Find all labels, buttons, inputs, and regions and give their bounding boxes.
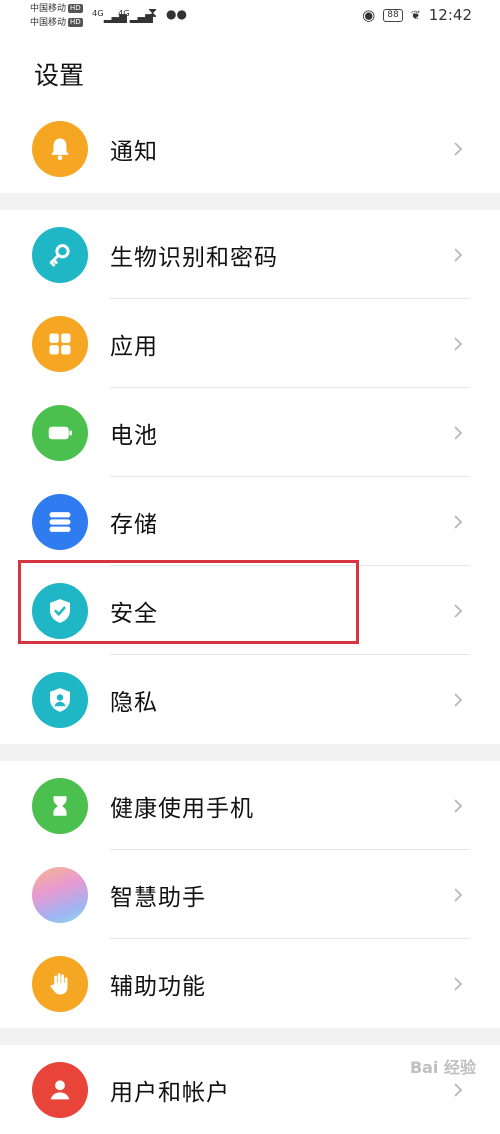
- setting-label-biometrics: 生物识别和密码: [110, 244, 278, 271]
- eye-comfort-icon: ◉: [362, 6, 376, 24]
- hd-badge-2: HD: [68, 18, 83, 27]
- group-separator: [0, 1028, 500, 1045]
- setting-item-storage[interactable]: 存储: [0, 477, 500, 566]
- user-icon: [32, 1061, 88, 1118]
- wechat-icon: ●●: [166, 7, 187, 21]
- network-type-1: 4G: [92, 8, 104, 18]
- setting-label-users-accounts: 用户和帐户: [110, 1079, 230, 1106]
- setting-label-privacy: 隐私: [110, 689, 158, 716]
- leaf-icon: ❦: [410, 8, 421, 22]
- chevron-right-icon: [454, 141, 463, 156]
- chevron-right-icon: [454, 692, 463, 707]
- setting-item-smart-assistant[interactable]: 智慧助手: [0, 850, 500, 939]
- carrier-info: 中国移动 HD 中国移动 HD: [30, 2, 83, 30]
- setting-item-biometrics[interactable]: 生物识别和密码: [0, 210, 500, 299]
- status-bar: 中国移动 HD 中国移动 HD 4G▂▄▆ 4G▂▄▆ ⧗ ●● ◉ 88 ❦ 12…: [0, 0, 500, 34]
- storage-icon: [32, 493, 88, 550]
- hourglass-status-icon: ⧗: [148, 6, 158, 21]
- privacy-shield-icon: [32, 671, 88, 728]
- assistant-orb-icon: [32, 866, 88, 923]
- network-type-2: 4G: [118, 8, 130, 18]
- setting-item-security[interactable]: 安全: [0, 566, 500, 655]
- settings-group-assist: 健康使用手机 智慧助手 辅助功能: [0, 761, 500, 1028]
- chevron-right-icon: [454, 1082, 463, 1097]
- apps-grid-icon: [32, 315, 88, 372]
- setting-label-security: 安全: [110, 600, 158, 627]
- bell-icon: [32, 120, 88, 177]
- chevron-right-icon: [454, 336, 463, 351]
- group-separator: [0, 744, 500, 761]
- hand-icon: [32, 955, 88, 1012]
- setting-label-storage: 存储: [110, 511, 158, 538]
- group-separator: [0, 193, 500, 210]
- settings-group-device: 生物识别和密码 应用 电池 存储 安全 隐私: [0, 210, 500, 744]
- setting-label-digital-balance: 健康使用手机: [110, 795, 254, 822]
- carrier-1: 中国移动: [30, 4, 67, 14]
- setting-item-battery[interactable]: 电池: [0, 388, 500, 477]
- setting-item-accessibility[interactable]: 辅助功能: [0, 939, 500, 1028]
- baidu-jingyan-watermark: Bai 经验: [409, 1058, 476, 1077]
- battery-icon: [32, 404, 88, 461]
- battery-icon: 88: [383, 8, 403, 22]
- setting-label-battery: 电池: [110, 422, 158, 449]
- page-title: 设置: [34, 61, 85, 90]
- setting-label-smart-assistant: 智慧助手: [110, 884, 206, 911]
- hd-badge-1: HD: [68, 4, 83, 13]
- setting-label-accessibility: 辅助功能: [110, 973, 206, 1000]
- setting-item-apps[interactable]: 应用: [0, 299, 500, 388]
- chevron-right-icon: [454, 887, 463, 902]
- chevron-right-icon: [454, 603, 463, 618]
- chevron-right-icon: [454, 976, 463, 991]
- chevron-right-icon: [454, 514, 463, 529]
- setting-label-apps: 应用: [110, 333, 158, 360]
- chevron-right-icon: [454, 425, 463, 440]
- key-icon: [32, 226, 88, 283]
- shield-check-icon: [32, 582, 88, 639]
- status-right: ◉ 88 ❦ 12:42: [362, 6, 472, 24]
- setting-item-privacy[interactable]: 隐私: [0, 655, 500, 744]
- hourglass-icon: [32, 777, 88, 834]
- setting-item-notifications[interactable]: 通知: [0, 104, 500, 193]
- settings-list: 通知 生物识别和密码 应用 电池 存储 安全 隐私 健康使用手机 智慧助手 辅助…: [0, 104, 500, 1134]
- chevron-right-icon: [454, 798, 463, 813]
- setting-item-digital-balance[interactable]: 健康使用手机: [0, 761, 500, 850]
- settings-group-notifications: 通知: [0, 104, 500, 193]
- setting-label-notifications: 通知: [110, 138, 158, 165]
- chevron-right-icon: [454, 247, 463, 262]
- carrier-2: 中国移动: [30, 18, 67, 28]
- clock: 12:42: [428, 6, 472, 24]
